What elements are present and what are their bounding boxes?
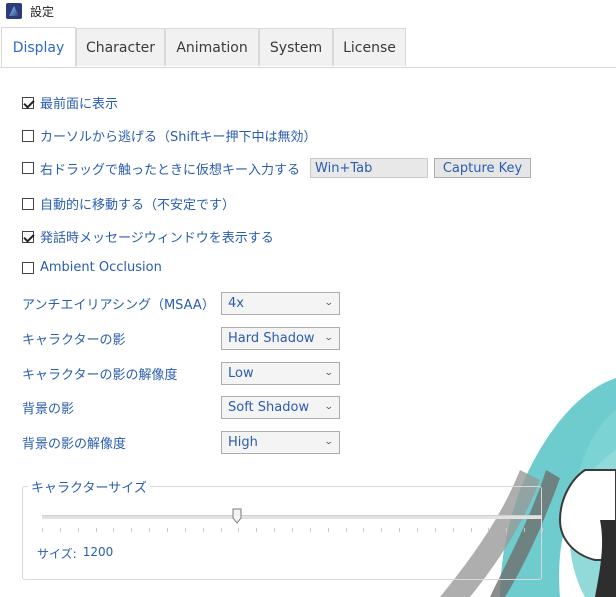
select-value: Hard Shadow xyxy=(228,330,315,346)
character-size-group xyxy=(22,486,542,580)
checkbox-label: Ambient Occlusion xyxy=(40,260,162,275)
slider-tick xyxy=(203,528,204,532)
checkbox-auto-move[interactable]: 自動的に移動する（不安定です） xyxy=(22,194,235,213)
tab-display[interactable]: Display xyxy=(1,27,76,67)
character-size-group-label: キャラクターサイズ xyxy=(28,477,150,496)
slider-tick xyxy=(506,528,507,532)
slider-tick xyxy=(453,528,454,532)
size-value: 1200 xyxy=(82,545,114,559)
app-icon xyxy=(6,3,22,19)
setting-background-shadow: 背景の影 Soft Shadow ⌄ xyxy=(22,395,352,419)
background-shadow-select[interactable]: Soft Shadow ⌄ xyxy=(221,395,340,419)
checkbox-ambient-occlusion[interactable]: Ambient Occlusion xyxy=(22,260,162,275)
checkbox-icon[interactable] xyxy=(22,129,34,142)
chevron-down-icon: ⌄ xyxy=(324,368,335,378)
size-slider-track[interactable] xyxy=(42,515,542,519)
slider-tick xyxy=(488,528,489,532)
select-value: Low xyxy=(228,365,254,381)
slider-tick xyxy=(328,528,329,532)
slider-tick xyxy=(346,528,347,532)
checkbox-label: 最前面に表示 xyxy=(40,97,119,112)
select-value: 4x xyxy=(228,295,244,311)
slider-tick xyxy=(524,528,525,532)
checkbox-flee-cursor[interactable]: カーソルから逃げる（Shiftキー押下中は無効） xyxy=(22,126,317,145)
setting-background-shadow-resolution: 背景の影の解像度 High ⌄ xyxy=(22,430,352,454)
checkbox-icon[interactable] xyxy=(22,230,34,243)
select-value: Soft Shadow xyxy=(228,399,310,415)
title-bar: 設定 xyxy=(0,0,616,22)
slider-tick xyxy=(381,528,382,532)
slider-tick xyxy=(399,528,400,532)
chevron-down-icon: ⌄ xyxy=(324,333,335,343)
slider-tick xyxy=(96,528,97,532)
slider-tick xyxy=(238,528,239,532)
checkbox-virtual-key[interactable]: 右ドラッグで触ったときに仮想キー入力する Win+Tab Capture Key xyxy=(22,158,532,178)
checkbox-always-on-top[interactable]: 最前面に表示 xyxy=(22,93,118,112)
size-readout: サイズ: 1200 xyxy=(37,545,113,562)
setting-character-shadow-resolution: キャラクターの影の解像度 Low ⌄ xyxy=(22,361,352,385)
slider-tick xyxy=(42,528,43,532)
checkbox-label: 右ドラッグで触ったときに仮想キー入力する xyxy=(40,162,301,178)
tab-bar: Display Character Animation System Licen… xyxy=(0,22,616,68)
slider-tick xyxy=(131,528,132,532)
setting-character-shadow: キャラクターの影 Hard Shadow ⌄ xyxy=(22,326,352,350)
tab-license[interactable]: License xyxy=(333,28,406,66)
checkbox-message-window[interactable]: 発話時メッセージウィンドウを表示する xyxy=(22,227,274,246)
tab-system[interactable]: System xyxy=(259,28,333,66)
capture-key-button[interactable]: Capture Key xyxy=(434,158,532,178)
size-label: サイズ: xyxy=(37,547,77,561)
checkbox-icon[interactable] xyxy=(22,197,34,210)
slider-tick xyxy=(471,528,472,532)
slider-tick xyxy=(310,528,311,532)
character-shadow-select[interactable]: Hard Shadow ⌄ xyxy=(221,326,340,350)
tab-character[interactable]: Character xyxy=(76,28,165,66)
setting-label: 背景の影の解像度 xyxy=(22,436,127,452)
slider-tick xyxy=(435,528,436,532)
slider-tick xyxy=(185,528,186,532)
slider-tick xyxy=(292,528,293,532)
slider-tick xyxy=(256,528,257,532)
slider-tick xyxy=(167,528,168,532)
slider-ticks xyxy=(42,528,543,532)
size-slider-thumb[interactable] xyxy=(232,508,242,524)
chevron-down-icon: ⌄ xyxy=(324,298,335,308)
window-title: 設定 xyxy=(30,4,55,19)
character-shadow-resolution-select[interactable]: Low ⌄ xyxy=(221,361,340,385)
setting-label: 背景の影 xyxy=(22,401,75,417)
checkbox-icon[interactable] xyxy=(22,96,34,109)
setting-label: キャラクターの影の解像度 xyxy=(22,367,178,383)
setting-label: キャラクターの影 xyxy=(22,332,126,348)
checkbox-icon[interactable] xyxy=(22,162,34,174)
slider-tick xyxy=(113,528,114,532)
slider-tick xyxy=(78,528,79,532)
msaa-select[interactable]: 4x ⌄ xyxy=(221,291,340,315)
chevron-down-icon: ⌄ xyxy=(324,402,335,412)
checkbox-label: 自動的に移動する（不安定です） xyxy=(40,198,236,213)
chevron-down-icon: ⌄ xyxy=(324,437,335,447)
background-shadow-resolution-select[interactable]: High ⌄ xyxy=(221,430,340,454)
checkbox-label: カーソルから逃げる（Shiftキー押下中は無効） xyxy=(40,130,317,145)
slider-tick xyxy=(60,528,61,532)
tab-animation[interactable]: Animation xyxy=(165,28,259,66)
slider-tick xyxy=(274,528,275,532)
checkbox-icon[interactable] xyxy=(22,261,34,274)
slider-tick xyxy=(542,528,543,532)
virtual-key-field[interactable]: Win+Tab xyxy=(310,158,429,178)
slider-tick xyxy=(149,528,150,532)
slider-tick xyxy=(363,528,364,532)
setting-msaa: アンチエイリアシング（MSAA） 4x ⌄ xyxy=(22,291,352,315)
checkbox-label: 発話時メッセージウィンドウを表示する xyxy=(40,231,274,246)
slider-tick xyxy=(221,528,222,532)
setting-label: アンチエイリアシング（MSAA） xyxy=(22,297,215,313)
select-value: High xyxy=(228,434,258,450)
slider-tick xyxy=(417,528,418,532)
